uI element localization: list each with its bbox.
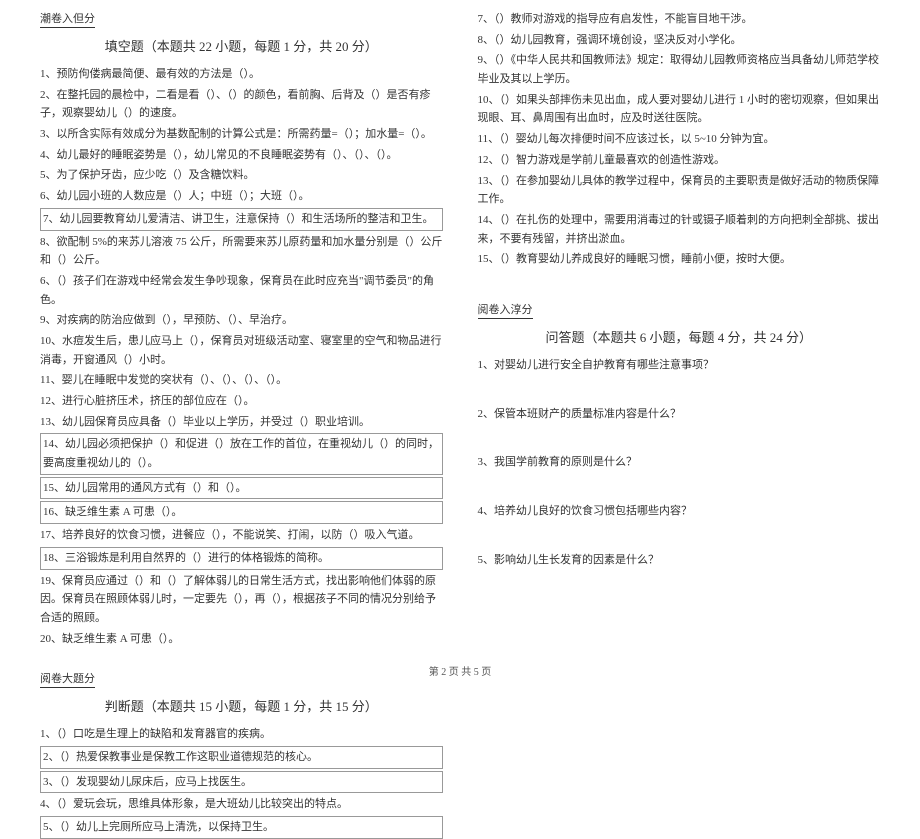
short-answer-q: 3、我国学前教育的原则是什么？ <box>478 453 881 472</box>
judge-q: 10、（）如果头部摔伤未见出血，成人要对婴幼儿进行 1 小时的密切观察，但如果出… <box>478 91 881 128</box>
section-header-1: 潮卷入但分 <box>40 10 95 28</box>
right-column: 7、（）教师对游戏的指导应有启发性，不能盲目地干涉。 8、（）幼儿园教育，强调环… <box>468 10 891 656</box>
fill-q: 19、保育员应通过（）和（）了解体弱儿的日常生活方式，找出影响他们体弱的原因。保… <box>40 572 443 628</box>
fill-q: 9、对疾病的防治应做到（），早预防、（）、早治疗。 <box>40 311 443 330</box>
fill-q-boxed: 7、幼儿园要教育幼儿爱清洁、讲卫生，注意保持（）和生活场所的整洁和卫生。 <box>40 208 443 231</box>
fill-q: 20、缺乏维生素 A 可患（）。 <box>40 630 443 649</box>
fill-q-boxed: 16、缺乏维生素 A 可患（）。 <box>40 501 443 524</box>
judge-q-boxed: 2、（）热爱保教事业是保教工作这职业道德规范的核心。 <box>40 746 443 769</box>
fill-blank-title: 填空题（本题共 22 小题，每题 1 分，共 20 分） <box>40 36 443 55</box>
fill-q-boxed: 18、三浴锻炼是利用自然界的（）进行的体格锻炼的简称。 <box>40 547 443 570</box>
fill-q: 10、水痘发生后，患儿应马上（），保育员对班级活动室、寝室里的空气和物品进行消毒… <box>40 332 443 369</box>
short-answer-q: 4、培养幼儿良好的饮食习惯包括哪些内容？ <box>478 502 881 521</box>
section-header-3: 阅卷入淳分 <box>478 301 533 319</box>
fill-q: 17、培养良好的饮食习惯，进餐应（），不能说笑、打闹，以防（）吸入气道。 <box>40 526 443 545</box>
judgment-title: 判断题（本题共 15 小题，每题 1 分，共 15 分） <box>40 696 443 715</box>
judge-q: 14、（）在扎伤的处理中，需要用消毒过的针或镊子顺着刺的方向把刺全部挑、拔出来，… <box>478 211 881 248</box>
judge-q-boxed: 5、（）幼儿上完厕所应马上清洗，以保持卫生。 <box>40 816 443 839</box>
fill-q: 11、婴儿在睡眠中发觉的突状有（）、（）、（）、（）。 <box>40 371 443 390</box>
fill-q: 4、幼儿最好的睡眠姿势是（），幼儿常见的不良睡眠姿势有（）、（）、（）。 <box>40 146 443 165</box>
fill-q: 13、幼儿园保育员应具备（）毕业以上学历，并受过（）职业培训。 <box>40 413 443 432</box>
page-footer: 第 2 页 共 5 页 <box>0 663 920 678</box>
judge-q: 13、（）在参加婴幼儿具体的教学过程中，保育员的主要职责是做好活动的物质保障工作… <box>478 172 881 209</box>
judge-q-boxed: 3、（）发现婴幼儿尿床后，应马上找医生。 <box>40 771 443 794</box>
short-answer-title: 问答题（本题共 6 小题，每题 4 分，共 24 分） <box>478 327 881 346</box>
short-answer-q: 1、对婴幼儿进行安全自护教育有哪些注意事项？ <box>478 356 881 375</box>
fill-q: 2、在整托园的晨检中，二看是看（）、（）的颜色，看前胸、后背及（）是否有疹子，观… <box>40 86 443 123</box>
judge-q: 12、（）智力游戏是学前儿童最喜欢的创造性游戏。 <box>478 151 881 170</box>
judge-q: 4、（）爱玩会玩，思维具体形象，是大班幼儿比较突出的特点。 <box>40 795 443 814</box>
fill-q: 1、预防佝偻病最简便、最有效的方法是（）。 <box>40 65 443 84</box>
fill-q: 6、幼儿园小班的人数应是（）人；中班（）；大班（）。 <box>40 187 443 206</box>
fill-q: 8、欲配制 5%的来苏儿溶液 75 公斤，所需要来苏儿原药量和加水量分别是（）公… <box>40 233 443 270</box>
short-answer-q: 5、影响幼儿生长发育的因素是什么？ <box>478 551 881 570</box>
short-answer-q: 2、保管本班财产的质量标准内容是什么？ <box>478 405 881 424</box>
fill-q: 12、进行心脏挤压术，挤压的部位应在（）。 <box>40 392 443 411</box>
fill-q: 5、为了保护牙齿，应少吃（）及含糖饮料。 <box>40 166 443 185</box>
fill-q-boxed: 15、幼儿园常用的通风方式有（）和（）。 <box>40 477 443 500</box>
fill-q-boxed: 14、幼儿园必须把保护（）和促进（）放在工作的首位，在重视幼儿（）的同时，要高度… <box>40 433 443 474</box>
judge-q: 8、（）幼儿园教育，强调环境创设，坚决反对小学化。 <box>478 31 881 50</box>
judge-q: 7、（）教师对游戏的指导应有启发性，不能盲目地干涉。 <box>478 10 881 29</box>
judge-q: 11、（）婴幼儿每次排便时间不应该过长，以 5~10 分钟为宜。 <box>478 130 881 149</box>
judge-q: 9、（）《中华人民共和国教师法》规定：取得幼儿园教师资格应当具备幼儿师范学校毕业… <box>478 51 881 88</box>
fill-q: 6、（）孩子们在游戏中经常会发生争吵现象，保育员在此时应充当"调节委员"的角色。 <box>40 272 443 309</box>
left-column: 潮卷入但分 填空题（本题共 22 小题，每题 1 分，共 20 分） 1、预防佝… <box>30 10 453 656</box>
fill-q: 3、以所含实际有效成分为基数配制的计算公式是：所需药量=（）；加水量=（）。 <box>40 125 443 144</box>
judge-q: 15、（）教育婴幼儿养成良好的睡眠习惯，睡前小便，按时大便。 <box>478 250 881 269</box>
judge-q: 1、（）口吃是生理上的缺陷和发育器官的疾病。 <box>40 725 443 744</box>
